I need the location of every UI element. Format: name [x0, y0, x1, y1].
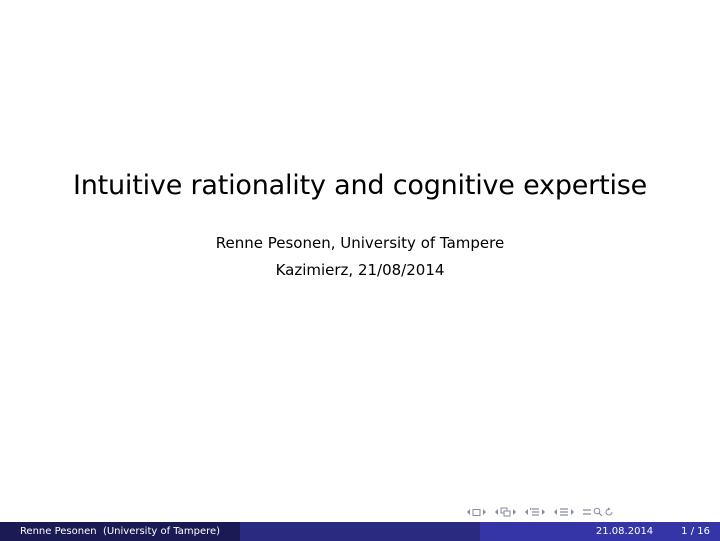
subsection-nav: [494, 507, 517, 517]
frame-prev-icon[interactable]: [466, 508, 471, 516]
footer-date: 21.08.2014: [595, 526, 654, 537]
footline: Renne Pesonen (University of Tampere) 21…: [0, 522, 720, 541]
search-icon[interactable]: [593, 507, 603, 517]
subsection-icon[interactable]: [500, 507, 511, 517]
frame-next-icon[interactable]: [482, 508, 487, 516]
event-line: Kazimierz, 21/08/2014: [275, 261, 445, 279]
footer-date-box: 21.08.2014 1 / 16: [480, 522, 720, 541]
navigation-symbols: [466, 506, 619, 518]
author-line: Renne Pesonen, University of Tampere: [215, 234, 505, 252]
document-nav: [553, 507, 575, 517]
slide-title: Intuitive rationality and cognitive expe…: [72, 170, 648, 201]
subsection-prev-icon[interactable]: [494, 508, 499, 516]
section-prev-icon[interactable]: [524, 508, 529, 516]
align-icon[interactable]: [582, 507, 592, 517]
subsection-next-icon[interactable]: [512, 508, 517, 516]
footer-institute: (University of Tampere): [102, 526, 221, 537]
doc-prev-icon[interactable]: [553, 508, 558, 516]
back-icon[interactable]: [604, 507, 614, 517]
slide: Intuitive rationality and cognitive expe…: [0, 0, 720, 541]
doc-icon[interactable]: [559, 507, 569, 517]
footer-author-box: Renne Pesonen (University of Tampere): [0, 522, 240, 541]
footer-author: Renne Pesonen: [19, 526, 97, 537]
frame-nav: [466, 508, 487, 517]
footer-title-box: [240, 522, 480, 541]
frame-icon[interactable]: [472, 508, 481, 517]
section-icon[interactable]: [530, 507, 540, 517]
misc-nav: [582, 507, 614, 517]
doc-next-icon[interactable]: [570, 508, 575, 516]
section-nav: [524, 507, 546, 517]
section-next-icon[interactable]: [541, 508, 546, 516]
footer-page-number: 1 / 16: [681, 526, 710, 537]
